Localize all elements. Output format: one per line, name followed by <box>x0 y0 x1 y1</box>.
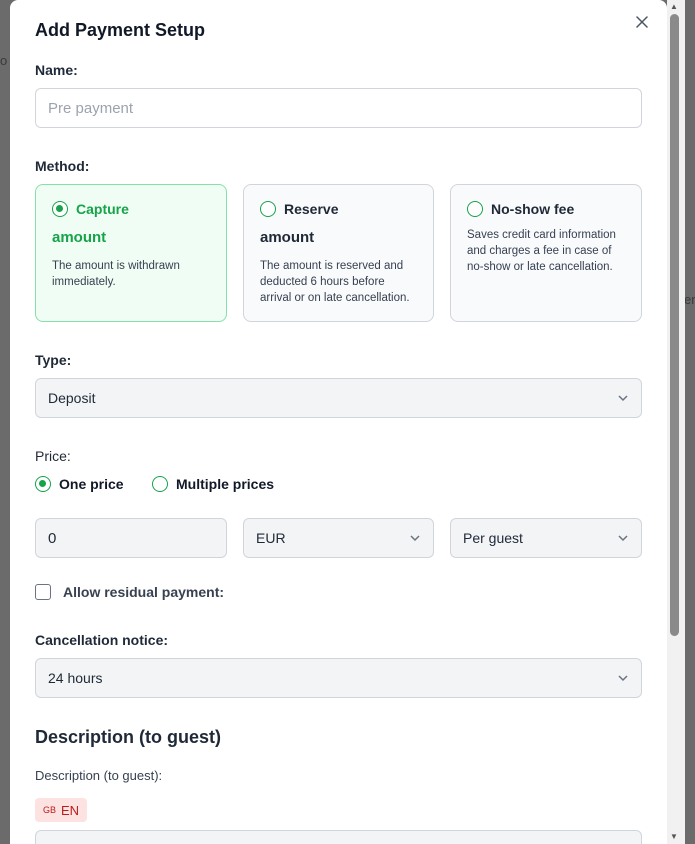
one-price-option[interactable]: One price <box>35 476 124 492</box>
reserve-title: Reserve <box>284 201 339 217</box>
payment-setup-modal: Add Payment Setup Name: Pre payment Meth… <box>10 0 667 844</box>
method-card-reserve[interactable]: Reserve amount The amount is reserved an… <box>243 184 434 322</box>
residual-payment-label: Allow residual payment: <box>63 584 225 600</box>
language-badge[interactable]: GB EN <box>35 798 88 822</box>
language-code: EN <box>61 802 80 818</box>
no-show-description: Saves credit card information and charge… <box>467 229 616 273</box>
capture-description: The amount is withdrawn immediately. <box>52 260 180 288</box>
price-label: Price: <box>35 448 71 464</box>
description-section-title: Description (to guest) <box>35 727 222 747</box>
price-amount-value: 0 <box>48 529 57 547</box>
chevron-down-icon <box>618 675 628 682</box>
residual-payment-checkbox[interactable] <box>35 584 51 600</box>
backdrop-text-left: o <box>0 53 8 68</box>
type-label: Type: <box>35 352 72 368</box>
capture-subtitle: amount <box>52 229 107 246</box>
name-input[interactable]: Pre payment <box>35 88 642 128</box>
residual-payment-option[interactable]: Allow residual payment: <box>35 584 224 600</box>
description-label: Description (to guest): <box>35 768 163 783</box>
modal-title: Add Payment Setup <box>35 20 206 40</box>
method-card-capture[interactable]: Capture amount The amount is withdrawn i… <box>35 184 227 322</box>
cancellation-value: 24 hours <box>48 670 103 686</box>
chevron-down-icon <box>618 535 628 542</box>
backdrop-text-right: en <box>684 292 695 307</box>
type-select[interactable]: Deposit <box>35 378 642 418</box>
multiple-prices-radio[interactable] <box>152 476 168 492</box>
per-unit-value: Per guest <box>463 530 523 546</box>
close-icon[interactable] <box>636 16 648 28</box>
cancellation-select[interactable]: 24 hours <box>35 658 642 698</box>
method-label: Method: <box>35 158 90 174</box>
scroll-down-arrow-icon[interactable]: ▼ <box>670 832 678 841</box>
chevron-down-icon <box>618 395 628 402</box>
reserve-subtitle: amount <box>260 229 315 246</box>
capture-title: Capture <box>76 201 129 217</box>
reserve-radio[interactable] <box>260 201 276 217</box>
name-input-placeholder: Pre payment <box>48 99 134 117</box>
type-select-value: Deposit <box>48 390 96 406</box>
multiple-prices-label: Multiple prices <box>176 476 275 492</box>
close-button[interactable] <box>632 12 652 32</box>
scrollbar-thumb[interactable] <box>670 14 679 636</box>
method-card-no-show[interactable]: No-show fee Saves credit card informatio… <box>450 184 642 322</box>
per-unit-select[interactable]: Per guest <box>450 518 642 558</box>
currency-select[interactable]: EUR <box>243 518 434 558</box>
flag-icon: GB <box>43 805 57 815</box>
scrollbar[interactable]: ▲ ▼ <box>667 0 685 844</box>
name-label: Name: <box>35 62 78 78</box>
no-show-radio[interactable] <box>467 201 483 217</box>
scroll-up-arrow-icon[interactable]: ▲ <box>670 2 678 11</box>
cancellation-label: Cancellation notice: <box>35 632 169 648</box>
no-show-title: No-show fee <box>491 201 575 217</box>
chevron-down-icon <box>410 535 420 542</box>
multiple-prices-option[interactable]: Multiple prices <box>152 476 274 492</box>
capture-radio[interactable] <box>52 201 68 217</box>
one-price-label: One price <box>59 476 124 492</box>
price-amount-input[interactable]: 0 <box>35 518 227 558</box>
reserve-description: The amount is reserved and deducted 6 ho… <box>260 260 410 304</box>
one-price-radio[interactable] <box>35 476 51 492</box>
description-textarea[interactable] <box>35 830 642 844</box>
currency-value: EUR <box>256 530 286 546</box>
